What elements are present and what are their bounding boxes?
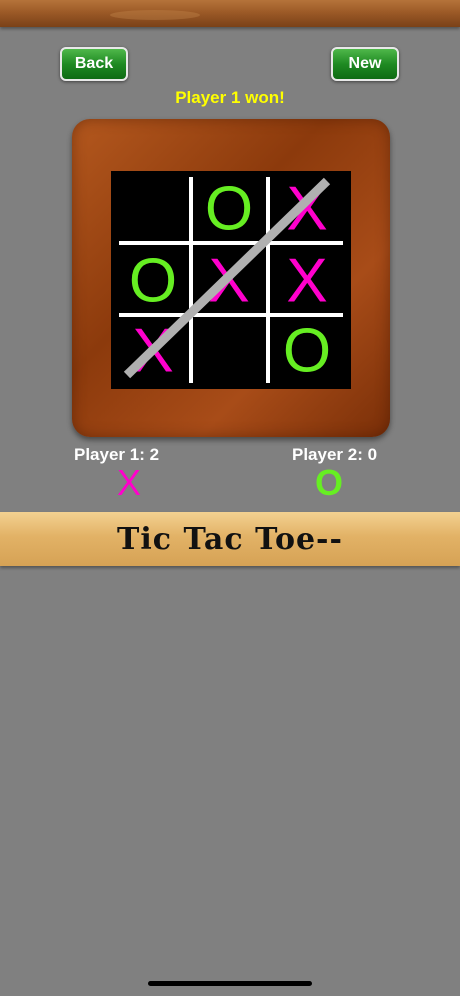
title-bar: Tic Tac Toe-- [0,512,460,566]
board-cell-4[interactable]: O [117,245,189,316]
board-cell-8[interactable] [193,315,265,383]
game-status: Player 1 won! [175,88,285,107]
board-cell-1[interactable] [117,173,189,241]
home-indicator [148,981,312,986]
player1-symbol: X [117,462,142,503]
board-cell-9[interactable]: O [271,315,343,386]
game-title: Tic Tac Toe-- [117,521,343,557]
x-mark: X [286,247,327,316]
back-button[interactable]: Back [60,47,128,81]
board-cell-3[interactable]: X [271,173,343,244]
o-mark: O [283,317,331,386]
top-wood-bar [0,0,460,27]
board-cell-6[interactable]: X [271,245,343,316]
game-board: OXOXXXO [111,171,351,389]
o-mark: O [205,175,253,244]
new-game-button[interactable]: New [331,47,399,81]
board-svg: OXOXXXO [117,173,343,386]
o-mark: O [129,247,177,316]
player2-symbol: O [315,462,344,503]
board-cell-2[interactable]: O [193,173,265,244]
